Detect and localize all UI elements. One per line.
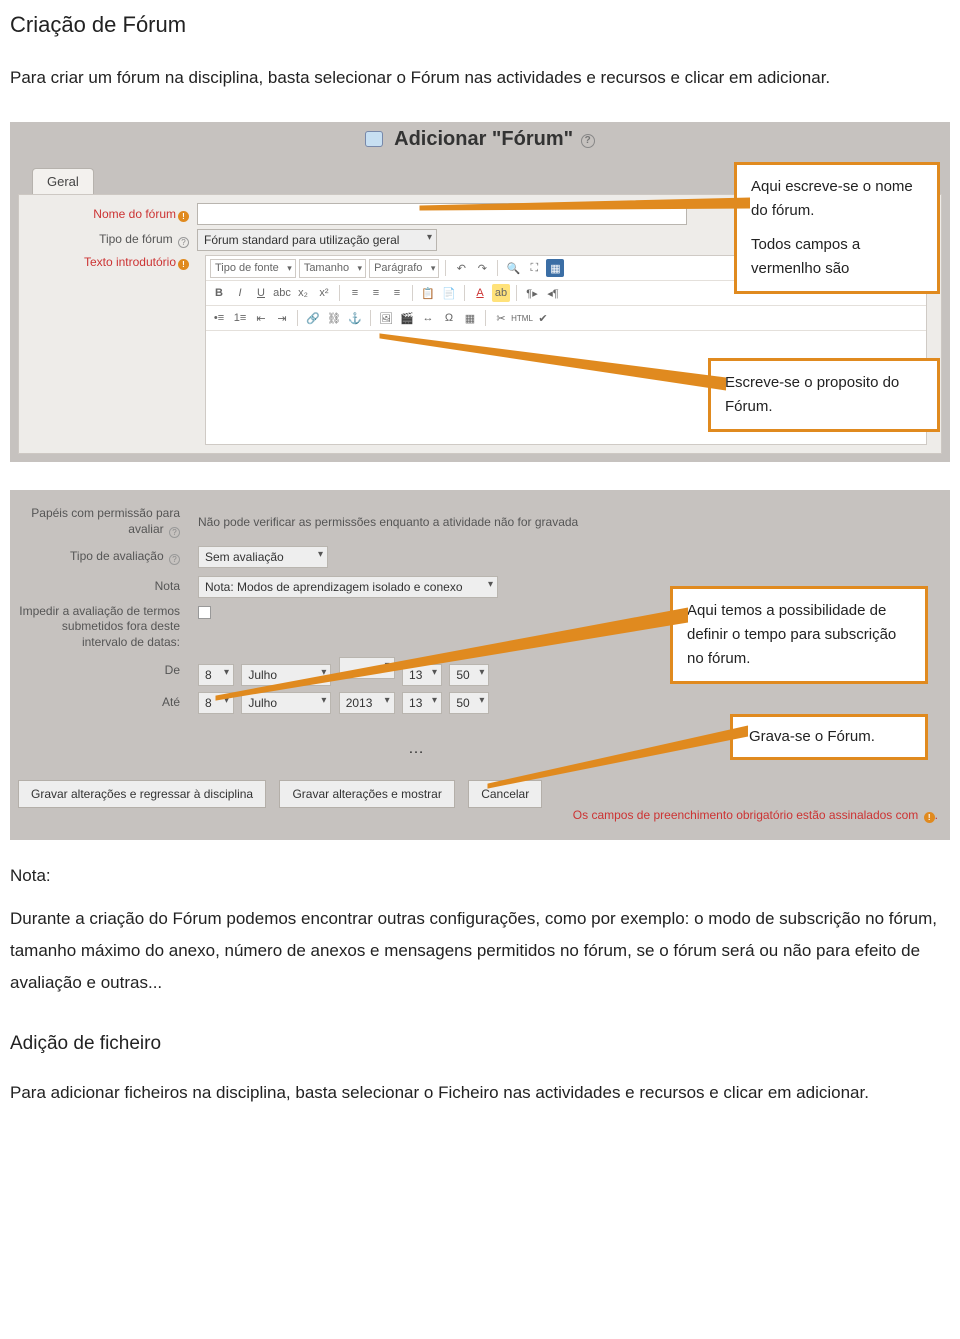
label-ate: Até (10, 691, 190, 715)
html-icon[interactable]: HTML (513, 309, 531, 327)
de-hour-select[interactable]: 13 (402, 664, 442, 686)
paste-word-icon[interactable]: 📄 (440, 284, 458, 302)
tipo-aval-select[interactable]: Sem avaliação (198, 546, 328, 568)
ate-year-select[interactable]: 2013 (339, 692, 395, 714)
align-right-icon[interactable]: ≡ (388, 284, 406, 302)
label-papeis: Papéis com permissão para avaliar ? (10, 502, 190, 542)
bold-icon[interactable]: B (210, 284, 228, 302)
ate-day-select[interactable]: 8 (198, 692, 234, 714)
note-body: Durante a criação do Fórum podemos encon… (10, 903, 950, 1000)
ate-hour-select[interactable]: 13 (402, 692, 442, 714)
intro-text: Para criar um fórum na disciplina, basta… (10, 62, 950, 94)
highlight-icon[interactable]: ab (492, 284, 510, 302)
char-icon[interactable]: Ω (440, 309, 458, 327)
indent-icon[interactable]: ⇥ (273, 309, 291, 327)
callout-3: Aqui temos a possibilidade de definir o … (670, 586, 928, 684)
ul-icon[interactable]: •≡ (210, 309, 228, 327)
required-icon: ! (924, 812, 935, 823)
superscript-icon[interactable]: x² (315, 284, 333, 302)
label-tipo: Tipo de fórum ? (19, 232, 197, 248)
screenshot-ratings: … Papéis com permissão para avaliar ? Nã… (10, 490, 950, 840)
help-icon: ? (581, 134, 595, 148)
nonbreak-icon[interactable]: ↔ (419, 309, 437, 327)
help-icon: ? (169, 554, 180, 565)
save-return-button[interactable]: Gravar alterações e regressar à discipli… (18, 780, 266, 808)
subscript-icon[interactable]: x₂ (294, 284, 312, 302)
spellcheck-icon[interactable]: ✔ (534, 309, 552, 327)
paste-icon[interactable]: 📋 (419, 284, 437, 302)
link-icon[interactable]: 🔗 (304, 309, 322, 327)
tab-geral[interactable]: Geral (32, 168, 94, 194)
media-icon[interactable]: 🎬 (398, 309, 416, 327)
de-day-select[interactable]: 8 (198, 664, 234, 686)
ate-min-select[interactable]: 50 (449, 692, 489, 714)
ate-month-select[interactable]: Julho (241, 692, 331, 714)
editor-size-select[interactable]: Tamanho (299, 259, 366, 278)
label-de: De (10, 659, 190, 683)
form-heading-text: Adicionar "Fórum" (394, 128, 573, 150)
undo-icon[interactable]: ↶ (452, 259, 470, 277)
clean-icon[interactable]: ✂ (492, 309, 510, 327)
section-2-body: Para adicionar ficheiros na disciplina, … (10, 1077, 950, 1109)
required-footer: Os campos de preenchimento obrigatório e… (10, 808, 938, 823)
find-icon[interactable]: 🔍 (504, 259, 522, 277)
form-heading: Adicionar "Fórum" ? (10, 128, 950, 151)
tipo-select[interactable]: Fórum standard para utilização geral (197, 229, 437, 251)
de-year-select[interactable] (339, 657, 395, 679)
screenshot-add-forum: Adicionar "Fórum" ? Geral Nome do fórum!… (10, 122, 950, 462)
align-left-icon[interactable]: ≡ (346, 284, 364, 302)
italic-icon[interactable]: I (231, 284, 249, 302)
editor-font-select[interactable]: Tipo de fonte (210, 259, 296, 278)
outdent-icon[interactable]: ⇤ (252, 309, 270, 327)
page-title: Criação de Fórum (10, 12, 950, 38)
ellipsis-mid: … (408, 740, 424, 758)
image-icon[interactable]: 🖼 (377, 309, 395, 327)
editor-paragraph-select[interactable]: Parágrafo (369, 259, 439, 278)
anchor-icon[interactable]: ⚓ (346, 309, 364, 327)
ltr-icon[interactable]: ¶▸ (523, 284, 541, 302)
callout-2: Escreve-se o proposito do Fórum. (708, 358, 940, 432)
label-tipo-aval: Tipo de avaliação ? (10, 545, 190, 569)
toggle-icon[interactable]: ▦ (546, 259, 564, 277)
label-impedir: Impedir a avaliação de termos submetidos… (10, 602, 190, 655)
help-icon: ? (178, 237, 189, 248)
papeis-value: Não pode verificar as permissões enquant… (190, 513, 950, 531)
help-icon: ? (169, 527, 180, 538)
callout-1-l1: Aqui escreve-se o nome do fórum. (751, 175, 923, 223)
callout-1: Aqui escreve-se o nome do fórum. Todos c… (734, 162, 940, 294)
rtl-icon[interactable]: ◂¶ (544, 284, 562, 302)
align-center-icon[interactable]: ≡ (367, 284, 385, 302)
label-texto: Texto introdutório! (19, 255, 197, 270)
de-min-select[interactable]: 50 (449, 664, 489, 686)
callout-1-l2: Todos campos a vermenlho são (751, 233, 923, 281)
redo-icon[interactable]: ↷ (473, 259, 491, 277)
label-nota: Nota (10, 575, 190, 599)
note-label: Nota: (10, 860, 950, 892)
nome-input[interactable] (197, 203, 687, 225)
label-nome: Nome do fórum! (19, 207, 197, 222)
impedir-checkbox[interactable] (198, 606, 211, 619)
fullscreen-icon[interactable]: ⛶ (525, 259, 543, 277)
callout-4: Grava-se o Fórum. (730, 714, 928, 760)
section-2-title: Adição de ficheiro (10, 1033, 950, 1055)
unlink-icon[interactable]: ⛓ (325, 309, 343, 327)
required-icon: ! (178, 211, 189, 222)
required-icon: ! (178, 259, 189, 270)
nota-select[interactable]: Nota: Modos de aprendizagem isolado e co… (198, 576, 498, 598)
table-icon[interactable]: ▦ (461, 309, 479, 327)
forum-icon (365, 131, 383, 147)
save-show-button[interactable]: Gravar alterações e mostrar (279, 780, 454, 808)
ol-icon[interactable]: 1≡ (231, 309, 249, 327)
cancel-button[interactable]: Cancelar (468, 780, 542, 808)
strike-icon[interactable]: abc (273, 284, 291, 302)
text-color-icon[interactable]: A (471, 284, 489, 302)
underline-icon[interactable]: U (252, 284, 270, 302)
de-month-select[interactable]: Julho (241, 664, 331, 686)
